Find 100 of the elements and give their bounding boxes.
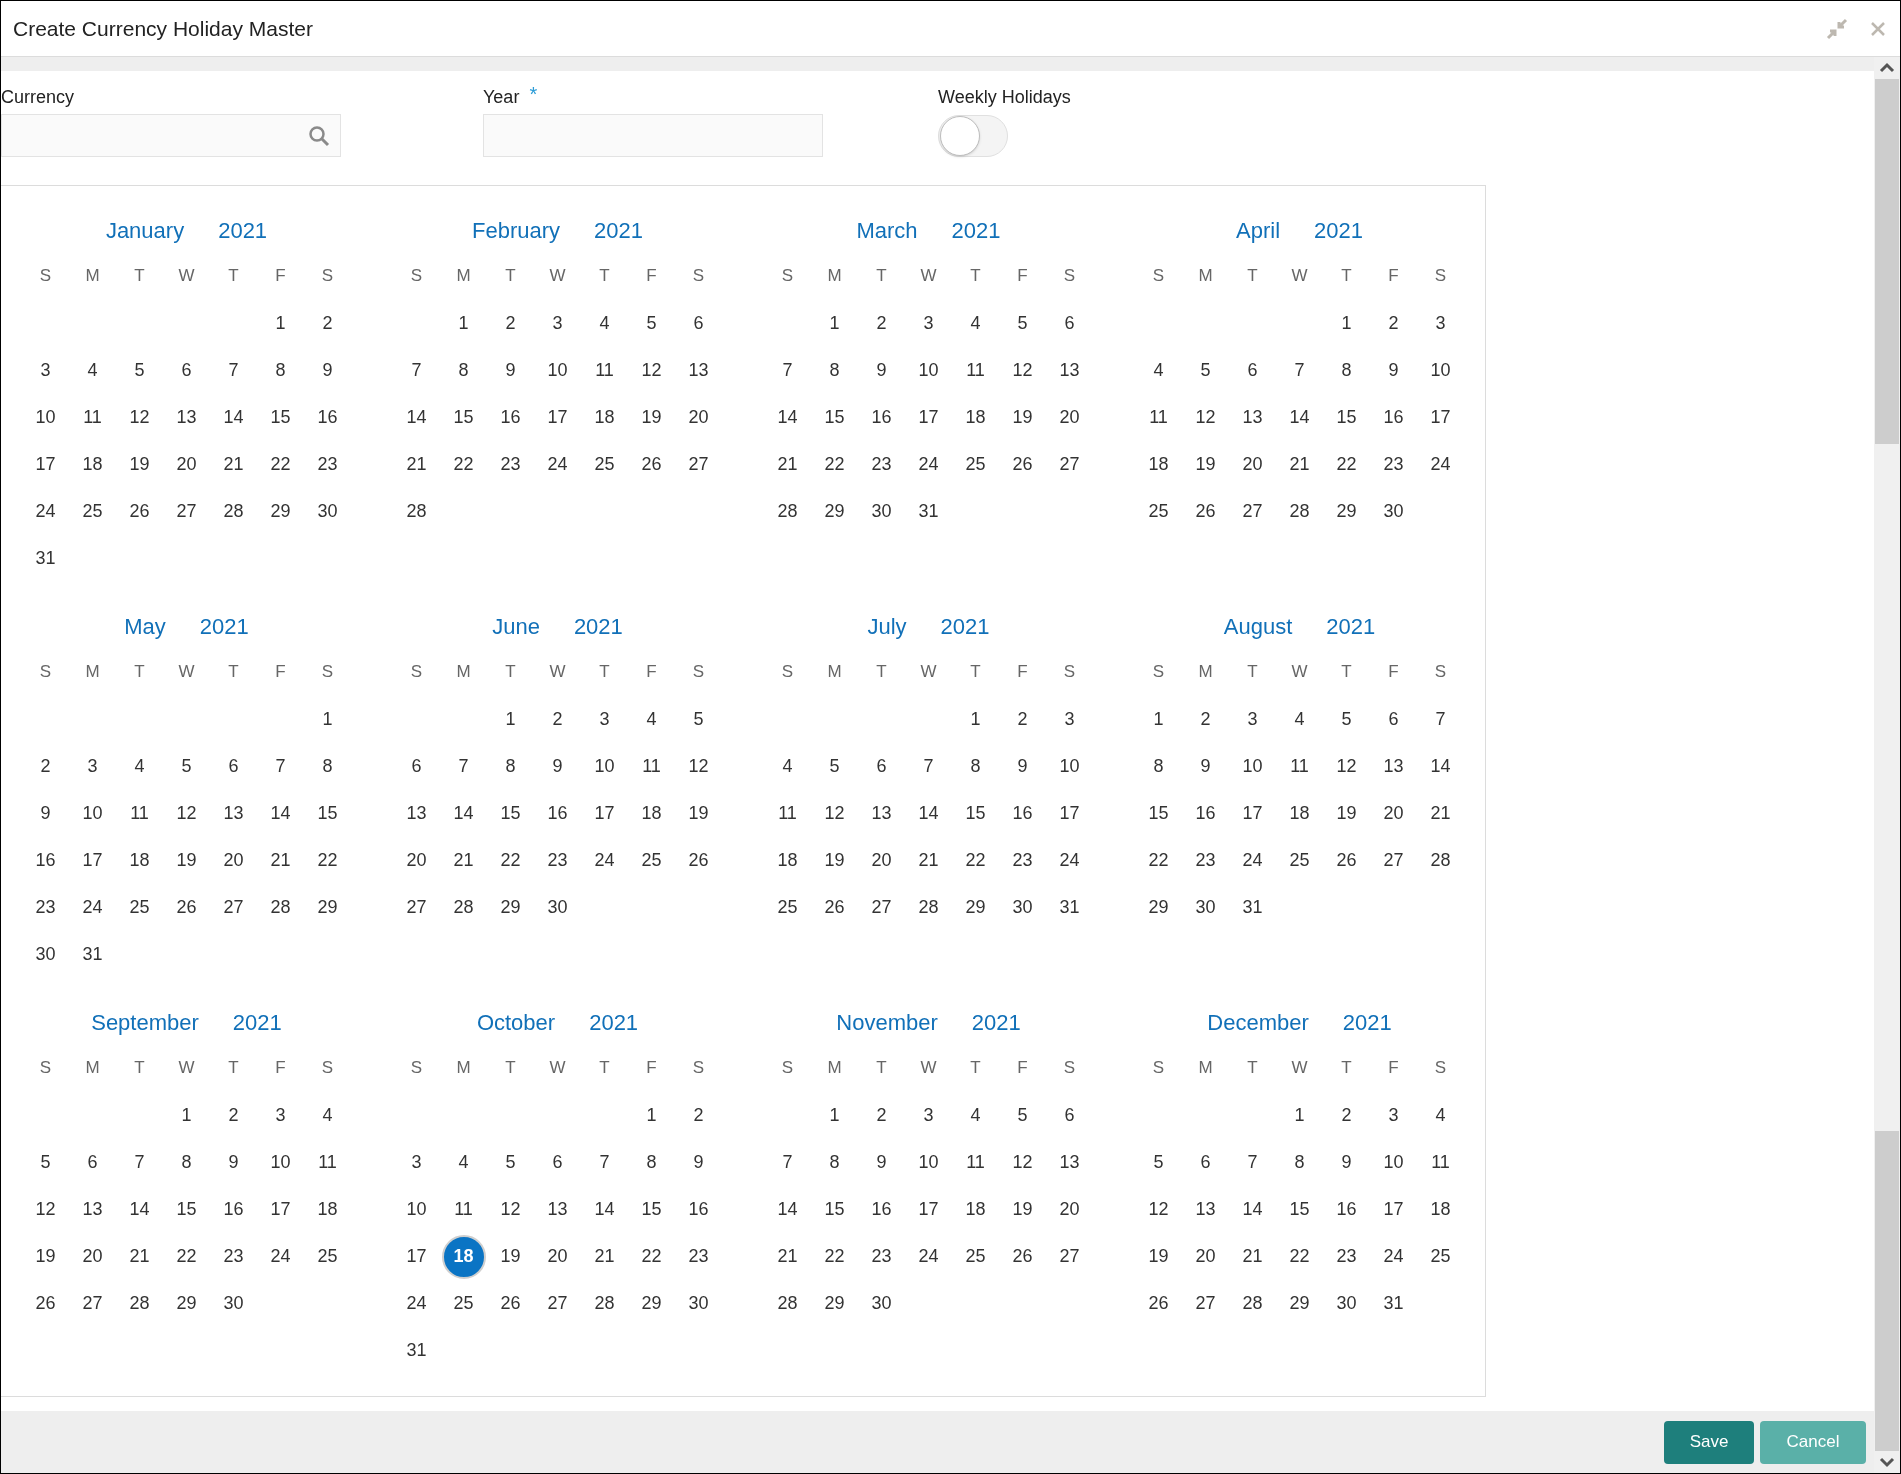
calendar-day[interactable]: 27 <box>1195 1290 1216 1317</box>
calendar-day[interactable]: 22 <box>641 1243 662 1270</box>
calendar-day[interactable]: 19 <box>1336 800 1357 827</box>
calendar-day[interactable]: 11 <box>454 1196 473 1223</box>
calendar-day[interactable]: 15 <box>176 1196 197 1223</box>
calendar-day[interactable]: 23 <box>871 451 892 478</box>
calendar-day[interactable]: 19 <box>176 847 197 874</box>
calendar-day[interactable]: 11 <box>966 357 985 384</box>
calendar-day[interactable]: 12 <box>500 1196 521 1223</box>
calendar-day[interactable]: 19 <box>35 1243 56 1270</box>
calendar-day[interactable]: 18 <box>82 451 103 478</box>
calendar-day[interactable]: 2 <box>228 1102 239 1129</box>
calendar-day[interactable]: 12 <box>176 800 197 827</box>
calendar-day[interactable]: 5 <box>646 310 657 337</box>
calendar-day[interactable]: 22 <box>500 847 521 874</box>
calendar-day[interactable]: 26 <box>1195 498 1216 525</box>
calendar-day[interactable]: 2 <box>505 310 516 337</box>
calendar-day[interactable]: 17 <box>406 1243 427 1270</box>
calendar-day[interactable]: 27 <box>223 894 244 921</box>
calendar-day[interactable]: 24 <box>918 451 939 478</box>
calendar-day[interactable]: 22 <box>270 451 291 478</box>
calendar-day[interactable]: 9 <box>1200 753 1211 780</box>
calendar-day[interactable]: 1 <box>1341 310 1352 337</box>
calendar-day[interactable]: 8 <box>505 753 516 780</box>
calendar-day[interactable]: 20 <box>871 847 892 874</box>
calendar-day[interactable]: 12 <box>1195 404 1216 431</box>
calendar-day[interactable]: 31 <box>1383 1290 1404 1317</box>
calendar-day[interactable]: 23 <box>871 1243 892 1270</box>
calendar-day[interactable]: 31 <box>1059 894 1080 921</box>
calendar-day[interactable]: 23 <box>1336 1243 1357 1270</box>
calendar-day[interactable]: 22 <box>453 451 474 478</box>
calendar-day[interactable]: 6 <box>876 753 887 780</box>
calendar-day[interactable]: 26 <box>1012 451 1033 478</box>
calendar-day[interactable]: 18 <box>777 847 798 874</box>
calendar-day[interactable]: 26 <box>500 1290 521 1317</box>
calendar-day[interactable]: 9 <box>1341 1149 1352 1176</box>
calendar-day[interactable]: 29 <box>270 498 291 525</box>
calendar-day[interactable]: 28 <box>223 498 244 525</box>
calendar-day[interactable]: 11 <box>642 753 661 780</box>
calendar-day[interactable]: 25 <box>965 1243 986 1270</box>
calendar-day[interactable]: 24 <box>1059 847 1080 874</box>
calendar-day[interactable]: 21 <box>594 1243 615 1270</box>
calendar-day[interactable]: 17 <box>35 451 56 478</box>
calendar-day[interactable]: 20 <box>547 1243 568 1270</box>
calendar-day[interactable]: 10 <box>1430 357 1451 384</box>
calendar-day[interactable]: 3 <box>1388 1102 1399 1129</box>
calendar-day[interactable]: 5 <box>505 1149 516 1176</box>
calendar-day[interactable]: 21 <box>1289 451 1310 478</box>
calendar-day[interactable]: 14 <box>129 1196 150 1223</box>
calendar-day[interactable]: 21 <box>777 1243 798 1270</box>
toggle-switch[interactable] <box>938 115 1008 157</box>
calendar-day[interactable]: 26 <box>1012 1243 1033 1270</box>
calendar-day[interactable]: 5 <box>1341 706 1352 733</box>
calendar-day[interactable]: 15 <box>1336 404 1357 431</box>
calendar-day[interactable]: 10 <box>35 404 56 431</box>
calendar-day[interactable]: 21 <box>918 847 939 874</box>
calendar-day[interactable]: 21 <box>406 451 427 478</box>
calendar-day[interactable]: 18 <box>1289 800 1310 827</box>
calendar-day[interactable]: 11 <box>1431 1149 1450 1176</box>
calendar-day[interactable]: 10 <box>82 800 103 827</box>
calendar-day[interactable]: 27 <box>1059 1243 1080 1270</box>
calendar-day[interactable]: 29 <box>1336 498 1357 525</box>
calendar-day[interactable]: 5 <box>1200 357 1211 384</box>
calendar-day[interactable]: 4 <box>134 753 145 780</box>
calendar-day[interactable]: 20 <box>1242 451 1263 478</box>
calendar-day[interactable]: 20 <box>1059 1196 1080 1223</box>
calendar-day[interactable]: 27 <box>1383 847 1404 874</box>
calendar-day[interactable]: 4 <box>458 1149 469 1176</box>
calendar-day[interactable]: 20 <box>688 404 709 431</box>
calendar-day[interactable]: 30 <box>1195 894 1216 921</box>
search-icon[interactable] <box>308 124 330 147</box>
calendar-day[interactable]: 15 <box>824 1196 845 1223</box>
calendar-day[interactable]: 5 <box>1017 1102 1028 1129</box>
calendar-day[interactable]: 24 <box>35 498 56 525</box>
calendar-day[interactable]: 6 <box>693 310 704 337</box>
calendar-day[interactable]: 6 <box>228 753 239 780</box>
calendar-day[interactable]: 22 <box>1336 451 1357 478</box>
calendar-day[interactable]: 8 <box>646 1149 657 1176</box>
calendar-day[interactable]: 5 <box>40 1149 51 1176</box>
calendar-day[interactable]: 5 <box>693 706 704 733</box>
calendar-day[interactable]: 1 <box>505 706 516 733</box>
calendar-day[interactable]: 20 <box>1195 1243 1216 1270</box>
calendar-day[interactable]: 20 <box>1059 404 1080 431</box>
calendar-day[interactable]: 13 <box>223 800 244 827</box>
calendar-day[interactable]: 30 <box>547 894 568 921</box>
calendar-day[interactable]: 17 <box>918 404 939 431</box>
calendar-day[interactable]: 27 <box>688 451 709 478</box>
calendar-day[interactable]: 14 <box>223 404 244 431</box>
calendar-day[interactable]: 17 <box>594 800 615 827</box>
calendar-day[interactable]: 27 <box>176 498 197 525</box>
calendar-day[interactable]: 25 <box>965 451 986 478</box>
calendar-day[interactable]: 28 <box>918 894 939 921</box>
calendar-day[interactable]: 11 <box>130 800 149 827</box>
calendar-day[interactable]: 11 <box>966 1149 985 1176</box>
calendar-day[interactable]: 4 <box>1435 1102 1446 1129</box>
calendar-day[interactable]: 23 <box>688 1243 709 1270</box>
calendar-day[interactable]: 29 <box>317 894 338 921</box>
calendar-day[interactable]: 30 <box>1383 498 1404 525</box>
calendar-day[interactable]: 7 <box>782 1149 793 1176</box>
currency-field[interactable] <box>1 114 341 157</box>
